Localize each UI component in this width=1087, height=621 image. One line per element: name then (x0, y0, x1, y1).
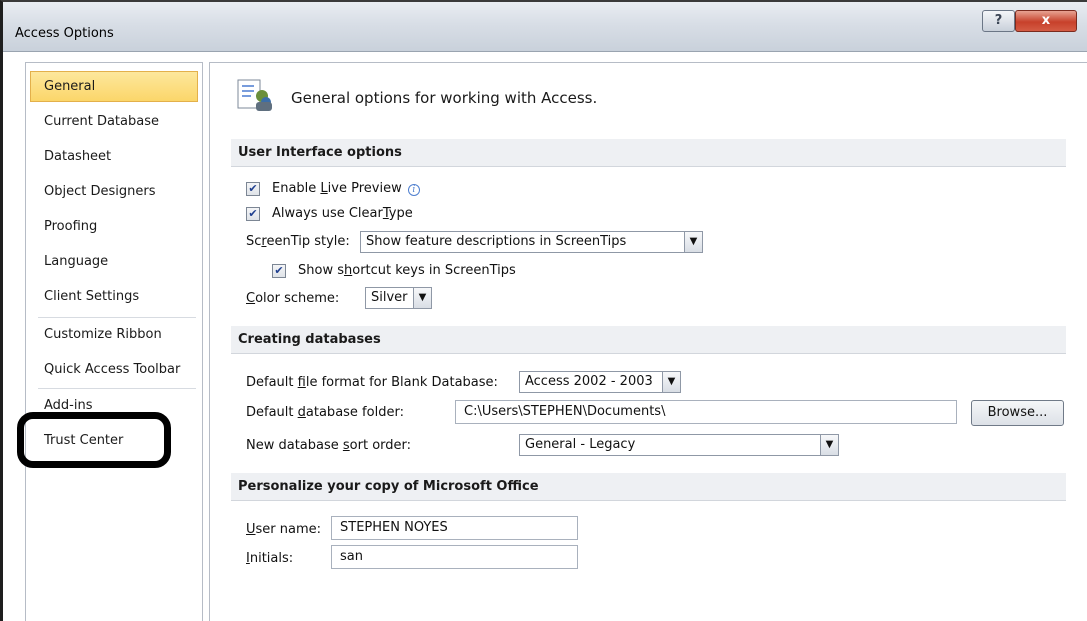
nav-item-object-designers[interactable]: Object Designers (30, 176, 198, 207)
nav-item-language[interactable]: Language (30, 246, 198, 277)
show-shortcut-keys-label: Show shortcut keys in ScreenTips (298, 263, 516, 278)
sort-order-select[interactable]: General - Legacy ▼ (519, 434, 839, 456)
help-icon: ? (994, 13, 1003, 28)
title-bar: Access Options ? x (3, 2, 1087, 52)
chevron-down-icon[interactable]: ▼ (662, 372, 680, 392)
nav-item-label: Quick Access Toolbar (44, 362, 181, 377)
new-database-sort-order-label: New database sort order: (246, 438, 412, 453)
nav-item-label: Add-ins (44, 398, 93, 413)
show-shortcut-keys-checkbox[interactable]: ✔ (272, 264, 286, 278)
enable-live-preview-label: Enable Live Preview i (272, 181, 420, 196)
access-options-window: Access Options ? x General Current Datab… (0, 0, 1087, 621)
nav-item-label: Current Database (44, 114, 159, 129)
chevron-down-icon[interactable]: ▼ (684, 232, 702, 252)
window-title: Access Options (15, 26, 114, 41)
annotation-circle (17, 412, 171, 468)
nav-item-label: Client Settings (44, 289, 140, 304)
default-database-folder-input[interactable]: C:\Users\STEPHEN\Documents\ (455, 400, 957, 424)
color-scheme-label: Color scheme: (246, 291, 340, 306)
nav-separator (38, 317, 196, 318)
user-name-label: User name: (246, 522, 322, 537)
chevron-down-icon[interactable]: ▼ (413, 288, 431, 308)
section-header-creating-databases: Creating databases (231, 326, 1066, 354)
general-options-icon (237, 79, 272, 111)
always-use-cleartype-checkbox[interactable]: ✔ (246, 207, 260, 221)
nav-item-label: Proofing (44, 219, 98, 234)
nav-item-quick-access-toolbar[interactable]: Quick Access Toolbar (30, 354, 198, 385)
nav-item-proofing[interactable]: Proofing (30, 211, 198, 242)
nav-item-label: Customize Ribbon (44, 327, 162, 342)
screentip-style-select[interactable]: Show feature descriptions in ScreenTips … (360, 231, 703, 253)
color-scheme-select[interactable]: Silver ▼ (365, 287, 432, 309)
browse-button[interactable]: Browse... (971, 400, 1064, 426)
chevron-down-icon[interactable]: ▼ (820, 435, 838, 455)
nav-item-datasheet[interactable]: Datasheet (30, 141, 198, 172)
user-name-input[interactable]: STEPHEN NOYES (331, 516, 578, 540)
help-button[interactable]: ? (982, 10, 1015, 32)
section-header-ui-options: User Interface options (231, 139, 1066, 167)
close-button[interactable]: x (1015, 10, 1077, 32)
close-icon: x (1041, 13, 1051, 28)
page-heading: General options for working with Access. (291, 89, 598, 107)
initials-input[interactable]: san (331, 545, 578, 569)
nav-item-client-settings[interactable]: Client Settings (30, 281, 198, 312)
selected-value: Access 2002 - 2003 (525, 374, 653, 389)
selected-value: Show feature descriptions in ScreenTips (366, 234, 627, 249)
screentip-style-label: ScreenTip style: (246, 234, 350, 249)
nav-item-label: Object Designers (44, 184, 156, 199)
nav-item-label: Language (44, 254, 109, 269)
enable-live-preview-checkbox[interactable]: ✔ (246, 182, 260, 196)
info-icon[interactable]: i (407, 184, 420, 196)
nav-item-label: Datasheet (44, 149, 112, 164)
nav-item-label: General (44, 79, 96, 94)
selected-value: General - Legacy (525, 437, 636, 452)
always-use-cleartype-label: Always use ClearType (272, 206, 413, 221)
initials-label: Initials: (246, 551, 294, 566)
nav-item-customize-ribbon[interactable]: Customize Ribbon (30, 319, 198, 350)
default-database-folder-label: Default database folder: (246, 405, 404, 420)
selected-value: Silver (371, 290, 408, 305)
default-file-format-label: Default file format for Blank Database: (246, 375, 498, 390)
nav-separator (38, 388, 196, 389)
section-header-personalize: Personalize your copy of Microsoft Offic… (231, 473, 1066, 501)
nav-item-general[interactable]: General (30, 71, 198, 102)
default-file-format-select[interactable]: Access 2002 - 2003 ▼ (519, 371, 681, 393)
nav-item-current-database[interactable]: Current Database (30, 106, 198, 137)
options-nav: General Current Database Datasheet Objec… (25, 62, 203, 621)
